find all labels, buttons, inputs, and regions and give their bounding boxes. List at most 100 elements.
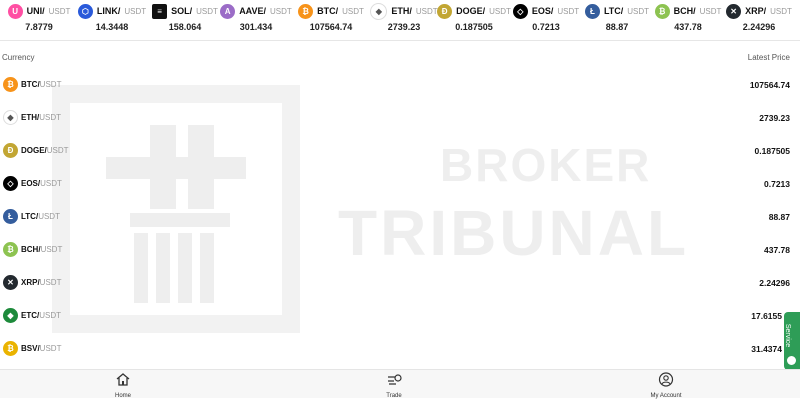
nav-account[interactable]: My Account: [626, 372, 706, 399]
ticker-price: 0.187505: [455, 22, 493, 32]
nav-trade-label: Trade: [386, 393, 402, 399]
latest-price: 2739.23: [759, 113, 790, 123]
pair-symbol: XRP/: [21, 278, 40, 287]
latest-price: 437.78: [764, 245, 790, 255]
ticker-quote: USDT: [699, 6, 722, 16]
bch-icon: ₿: [654, 3, 670, 19]
ticker-quote: USDT: [342, 6, 364, 16]
ticker-quote: USDT: [270, 6, 292, 16]
service-label: Service: [784, 323, 792, 348]
pair-quote: USDT: [46, 146, 69, 155]
ltc-icon: Ł: [3, 209, 18, 224]
ticker-symbol: AAVE/: [239, 6, 267, 16]
ticker-symbol: ETH/: [391, 6, 412, 16]
pair-symbol: ETC/: [21, 311, 40, 320]
pair-label: DOGE/USDT: [21, 146, 69, 155]
market-row[interactable]: Ð DOGE/USDT 0.187505: [0, 140, 800, 162]
ticker-symbol: LTC/: [603, 6, 624, 16]
pair-label: BTC/USDT: [21, 80, 61, 89]
ticker-item[interactable]: Ð DOGE/USDT 0.187505: [437, 3, 511, 32]
trade-icon: [388, 374, 402, 385]
pair-quote: USDT: [39, 113, 62, 122]
market-row[interactable]: ◆ ETC/USDT 17.6155: [0, 305, 800, 327]
ltc-icon: Ł: [584, 3, 600, 19]
ticker-item[interactable]: ₿ BTC/USDT 107564.74: [294, 3, 368, 32]
pair-symbol: DOGE/: [21, 146, 47, 155]
latest-price: 31.4374: [751, 344, 782, 354]
column-header-currency: Currency: [2, 53, 35, 62]
ticker-symbol: BCH/: [673, 6, 696, 16]
etc-icon: ◆: [3, 308, 18, 323]
xrp-icon: ✕: [726, 3, 742, 19]
pair-symbol: LTC/: [21, 212, 39, 221]
ticker-item[interactable]: Ł LTC/USDT 88.87: [580, 3, 654, 32]
ticker-price: 0.7213: [532, 22, 560, 32]
pair-label: ETH/USDT: [21, 113, 61, 122]
latest-price: 0.187505: [754, 146, 790, 156]
latest-price: 88.87: [768, 212, 790, 222]
eos-icon: ◇: [512, 3, 528, 19]
ticker-price: 7.8779: [25, 22, 53, 32]
pair-label: LTC/USDT: [21, 212, 60, 221]
ticker-price: 158.064: [168, 22, 202, 32]
link-icon: ⬡: [77, 3, 93, 19]
nav-trade[interactable]: Trade: [354, 372, 434, 399]
ticker-quote: USDT: [415, 6, 438, 16]
ticker-quote: USDT: [557, 6, 580, 16]
pair-quote: USDT: [39, 80, 62, 89]
bch-icon: ₿: [3, 242, 18, 257]
ticker-symbol: EOS/: [531, 6, 554, 16]
pair-quote: USDT: [39, 311, 62, 320]
ticker-price: 14.3448: [95, 22, 129, 32]
market-row[interactable]: ₿ BCH/USDT 437.78: [0, 239, 800, 261]
nav-home[interactable]: Home: [83, 372, 163, 399]
ticker-item[interactable]: ◇ EOS/USDT 0.7213: [509, 3, 583, 32]
pair-label: XRP/USDT: [21, 278, 61, 287]
pair-quote: USDT: [39, 344, 62, 353]
ticker-item[interactable]: ⬡ LINK/USDT 14.3448: [75, 3, 149, 32]
latest-price: 17.6155: [751, 311, 782, 321]
ticker-price: 2.24296: [742, 22, 776, 32]
ticker-price: 107564.74: [309, 22, 353, 32]
pair-label: BCH/USDT: [21, 245, 62, 254]
market-row[interactable]: ₿ BSV/USDT 31.4374: [0, 338, 800, 360]
service-button[interactable]: Service: [784, 312, 800, 370]
ticker-item[interactable]: U UNI/USDT 7.8779: [2, 3, 76, 32]
ticker-symbol: DOGE/: [456, 6, 486, 16]
home-icon: [116, 373, 130, 386]
ticker-item[interactable]: ≡ SOL/USDT 158.064: [148, 3, 222, 32]
pair-symbol: BCH/: [21, 245, 41, 254]
pair-label: EOS/USDT: [21, 179, 62, 188]
pair-symbol: BTC/: [21, 80, 40, 89]
doge-icon: Ð: [3, 143, 18, 158]
ticker-price: 2739.23: [387, 22, 421, 32]
market-row[interactable]: ✕ XRP/USDT 2.24296: [0, 272, 800, 294]
doge-icon: Ð: [437, 3, 453, 19]
ticker-symbol: BTC/: [317, 6, 339, 16]
ticker-quote: USDT: [124, 6, 147, 16]
xrp-icon: ✕: [3, 275, 18, 290]
nav-home-label: Home: [114, 393, 131, 399]
market-row[interactable]: Ł LTC/USDT 88.87: [0, 206, 800, 228]
pair-symbol: EOS/: [21, 179, 41, 188]
pair-symbol: BSV/: [21, 344, 40, 353]
ticker-item[interactable]: ✕ XRP/USDT 2.24296: [722, 3, 796, 32]
latest-price: 2.24296: [759, 278, 790, 288]
eth-icon: ◆: [370, 2, 388, 20]
market-row[interactable]: ◇ EOS/USDT 0.7213: [0, 173, 800, 195]
market-row[interactable]: ₿ BTC/USDT 107564.74: [0, 74, 800, 96]
ticker-price: 88.87: [605, 22, 629, 32]
pair-label: BSV/USDT: [21, 344, 61, 353]
pair-quote: USDT: [39, 278, 62, 287]
ticker-symbol: UNI/: [26, 6, 45, 16]
ticker-symbol: SOL/: [171, 6, 193, 16]
ticker-quote: USDT: [489, 6, 511, 16]
bsv-icon: ₿: [3, 341, 18, 356]
pair-symbol: ETH/: [21, 113, 40, 122]
market-row[interactable]: ◆ ETH/USDT 2739.23: [0, 107, 800, 129]
ticker-item[interactable]: A AAVE/USDT 301.434: [219, 3, 293, 32]
ticker-item[interactable]: ₿ BCH/USDT 437.78: [651, 3, 725, 32]
pair-quote: USDT: [40, 179, 62, 188]
latest-price: 0.7213: [764, 179, 790, 189]
ticker-item[interactable]: ◆ ETH/USDT 2739.23: [367, 2, 441, 32]
